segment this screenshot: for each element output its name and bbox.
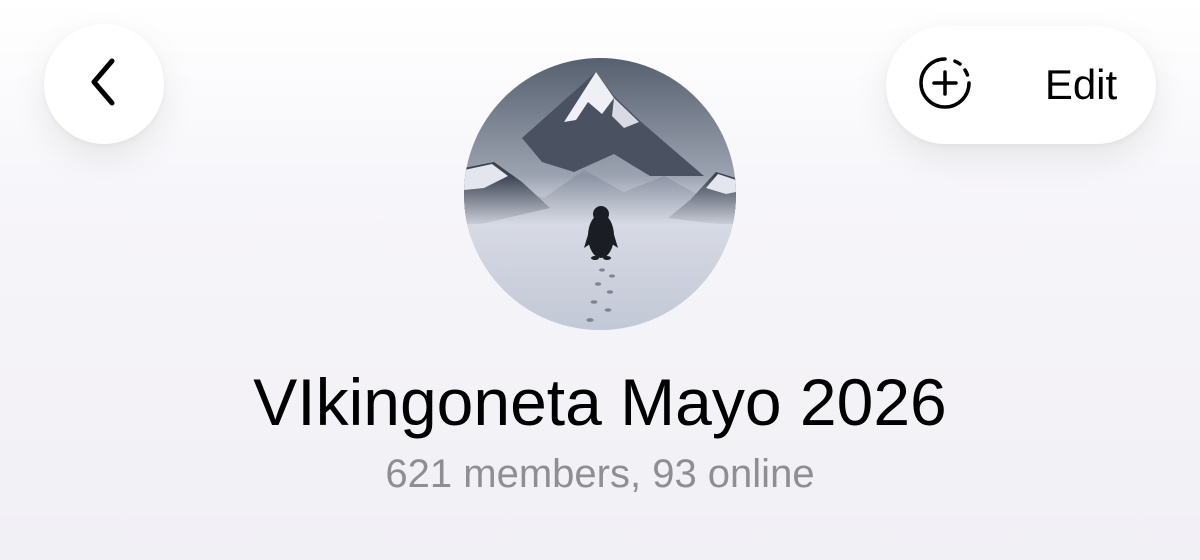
edit-button[interactable]: Edit	[1026, 56, 1136, 114]
back-button[interactable]	[44, 24, 164, 144]
group-title: VIkingoneta Mayo 2026	[253, 365, 947, 439]
mountain-penguin-avatar	[464, 58, 736, 330]
add-story-button[interactable]	[906, 46, 984, 124]
header-actions: Edit	[886, 26, 1156, 144]
member-count: 621 members, 93 online	[385, 452, 815, 496]
add-story-icon	[915, 53, 975, 118]
chevron-left-icon	[84, 53, 124, 116]
group-avatar[interactable]	[464, 58, 736, 330]
